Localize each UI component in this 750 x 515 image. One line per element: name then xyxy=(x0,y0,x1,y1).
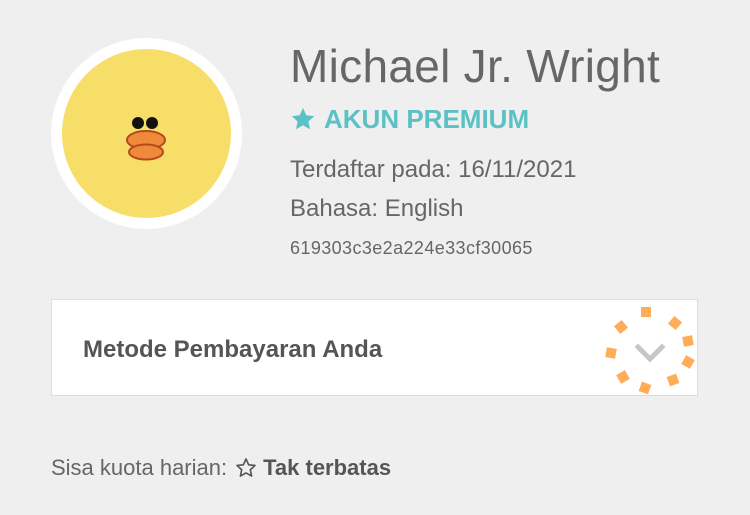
expand-payment-toggle[interactable] xyxy=(602,301,697,396)
duck-character-icon xyxy=(62,49,231,218)
star-outline-icon xyxy=(236,458,256,477)
star-icon xyxy=(291,107,315,130)
highlight-marker xyxy=(605,307,695,395)
quota-label: Sisa kuota harian: xyxy=(51,455,228,480)
payment-methods-panel[interactable]: Metode Pembayaran Anda xyxy=(51,299,698,396)
profile-header: Michael Jr. Wright AKUN PREMIUM Terdafta… xyxy=(0,0,750,280)
premium-badge: AKUN PREMIUM xyxy=(290,102,529,136)
user-name: Michael Jr. Wright xyxy=(290,40,661,92)
chevron-down-icon xyxy=(634,343,666,363)
avatar xyxy=(51,38,242,229)
language-setting: Bahasa: English xyxy=(290,195,464,222)
quota-value: Tak terbatas xyxy=(263,455,392,480)
premium-badge-label: AKUN PREMIUM xyxy=(324,103,530,134)
user-id: 619303c3e2a224e33cf30065 xyxy=(290,238,533,258)
daily-quota: Sisa kuota harian: Tak terbatas xyxy=(51,455,391,481)
payment-methods-title: Metode Pembayaran Anda xyxy=(83,336,383,363)
registration-date: Terdaftar pada: 16/11/2021 xyxy=(290,156,577,183)
